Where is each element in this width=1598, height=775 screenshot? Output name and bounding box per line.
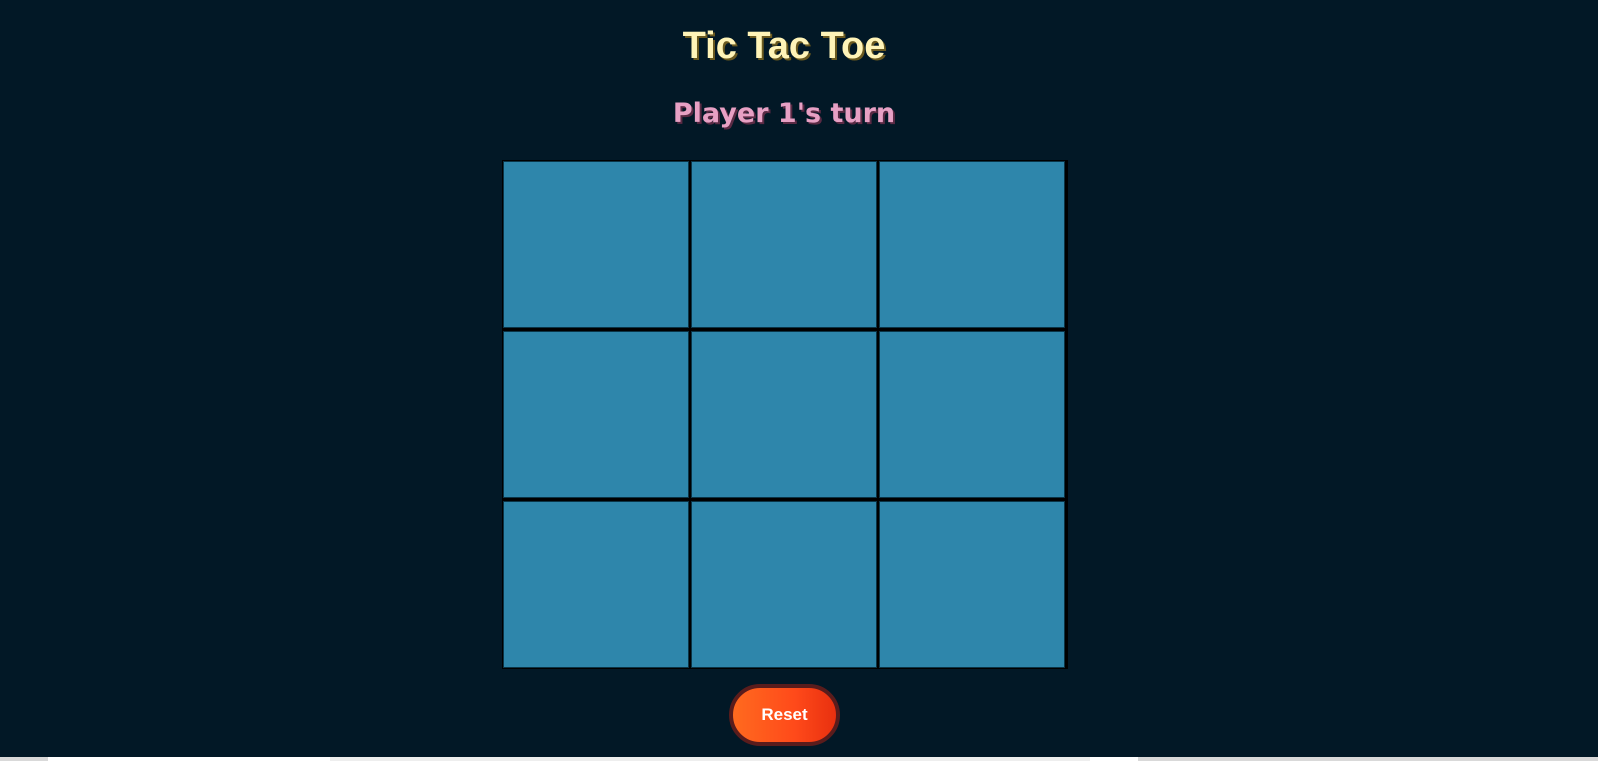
board-cell-5[interactable] <box>691 331 877 498</box>
board-cell-1[interactable] <box>503 161 689 328</box>
reset-button[interactable]: Reset <box>729 684 840 746</box>
turn-status: Player 1's turn <box>672 98 896 129</box>
game-board <box>502 160 1068 669</box>
scrollbar-segment <box>0 757 48 761</box>
board-cell-4[interactable] <box>503 331 689 498</box>
board-cell-3[interactable] <box>879 161 1065 328</box>
board-cell-7[interactable] <box>503 501 689 668</box>
board-cell-6[interactable] <box>879 331 1065 498</box>
scrollbar-segment <box>1138 757 1598 761</box>
page-title: Tic Tac Toe <box>682 25 886 67</box>
board-cell-9[interactable] <box>879 501 1065 668</box>
board-cell-8[interactable] <box>691 501 877 668</box>
scrollbar-segment <box>330 757 1090 761</box>
bottom-scrollbar-strip <box>0 757 1598 775</box>
board-cell-2[interactable] <box>691 161 877 328</box>
